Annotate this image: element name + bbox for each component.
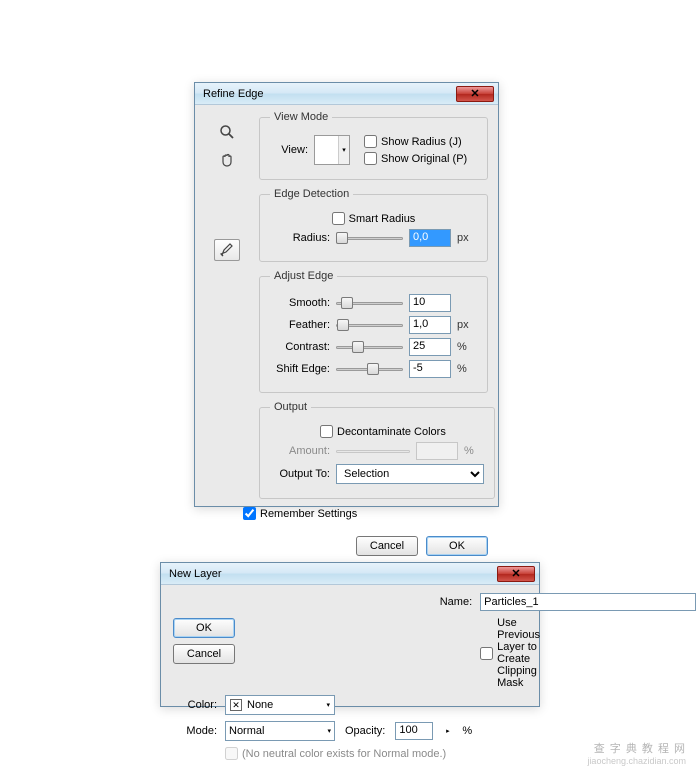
- hand-tool-button[interactable]: [214, 149, 240, 171]
- opacity-flyout-icon[interactable]: ▸: [443, 722, 452, 740]
- dialog-title: Refine Edge: [203, 88, 264, 100]
- color-select[interactable]: ✕ None ▾: [225, 695, 335, 715]
- brush-icon: [219, 242, 235, 258]
- tool-column: [205, 115, 249, 267]
- neutral-color-label: (No neutral color exists for Normal mode…: [242, 748, 446, 760]
- ok-button[interactable]: OK: [426, 536, 488, 556]
- edge-detection-group: Edge Detection Smart Radius Radius: 0,0 …: [259, 188, 488, 262]
- dialog-footer: Cancel OK: [195, 530, 498, 564]
- titlebar[interactable]: Refine Edge ✕: [195, 83, 498, 105]
- name-label: Name:: [225, 596, 472, 608]
- amount-unit: %: [464, 445, 484, 457]
- radius-unit: px: [457, 232, 477, 244]
- close-icon: ✕: [470, 87, 479, 100]
- radius-slider[interactable]: [336, 231, 403, 245]
- adjust-edge-group: Adjust Edge Smooth: 10 Feather: 1,0 px C…: [259, 270, 488, 393]
- decontaminate-checkbox[interactable]: Decontaminate Colors: [320, 425, 446, 438]
- smooth-label: Smooth:: [270, 297, 330, 309]
- output-to-select[interactable]: Selection: [336, 464, 484, 484]
- cancel-button[interactable]: Cancel: [173, 644, 235, 664]
- amount-slider: [336, 444, 410, 458]
- output-group: Output Decontaminate Colors Amount: % Ou…: [259, 401, 495, 499]
- smooth-value[interactable]: 10: [409, 294, 451, 312]
- refine-brush-tool-button[interactable]: [214, 239, 240, 261]
- shift-edge-unit: %: [457, 363, 477, 375]
- chevron-down-icon: ▾: [327, 727, 331, 735]
- neutral-color-checkbox: [225, 747, 238, 760]
- titlebar[interactable]: New Layer ✕: [161, 563, 539, 585]
- close-button[interactable]: ✕: [456, 86, 494, 102]
- amount-value: [416, 442, 458, 460]
- shift-edge-label: Shift Edge:: [270, 363, 330, 375]
- output-legend: Output: [270, 401, 311, 413]
- edge-detection-legend: Edge Detection: [270, 188, 353, 200]
- amount-label: Amount:: [270, 445, 330, 457]
- show-original-checkbox[interactable]: Show Original (P): [364, 152, 467, 165]
- chevron-down-icon: ▾: [339, 136, 349, 164]
- contrast-slider[interactable]: [336, 340, 403, 354]
- output-to-label: Output To:: [270, 468, 330, 480]
- opacity-unit: %: [462, 725, 472, 737]
- new-layer-dialog: New Layer ✕ Name: OK Cancel Use Previous…: [160, 562, 540, 707]
- dialog-body: Name: OK Cancel Use Previous Layer to Cr…: [161, 585, 539, 770]
- cancel-button[interactable]: Cancel: [356, 536, 418, 556]
- name-input[interactable]: [480, 593, 696, 611]
- clipping-mask-checkbox[interactable]: Use Previous Layer to Create Clipping Ma…: [480, 617, 550, 689]
- mode-label: Mode:: [173, 725, 217, 737]
- ok-button[interactable]: OK: [173, 618, 235, 638]
- adjust-edge-legend: Adjust Edge: [270, 270, 337, 282]
- shift-edge-slider[interactable]: [336, 362, 403, 376]
- opacity-label: Opacity:: [345, 725, 385, 737]
- shift-edge-value[interactable]: -5: [409, 360, 451, 378]
- refine-edge-dialog: Refine Edge ✕ View Mode View: ▾: [194, 82, 499, 507]
- remember-settings-checkbox[interactable]: Remember Settings: [243, 507, 488, 520]
- mode-select[interactable]: Normal ▾: [225, 721, 335, 741]
- view-preview-swatch: [315, 136, 339, 164]
- contrast-label: Contrast:: [270, 341, 330, 353]
- radius-label: Radius:: [270, 232, 330, 244]
- view-mode-selector[interactable]: ▾: [314, 135, 350, 165]
- smart-radius-checkbox[interactable]: Smart Radius: [332, 212, 416, 225]
- view-mode-legend: View Mode: [270, 111, 332, 123]
- radius-value[interactable]: 0,0: [409, 229, 451, 247]
- opacity-input[interactable]: 100: [395, 722, 433, 740]
- watermark: 查 字 典 教 程 网 jiaocheng.chazidian.com: [587, 740, 686, 766]
- show-radius-checkbox[interactable]: Show Radius (J): [364, 135, 467, 148]
- chevron-down-icon: ▾: [326, 701, 330, 709]
- none-color-icon: ✕: [230, 699, 242, 711]
- magnifier-icon: [219, 124, 235, 140]
- hand-icon: [219, 152, 235, 168]
- feather-value[interactable]: 1,0: [409, 316, 451, 334]
- view-mode-group: View Mode View: ▾ Show Radius (J) Show O…: [259, 111, 488, 180]
- feather-slider[interactable]: [336, 318, 403, 332]
- dialog-title: New Layer: [169, 568, 222, 580]
- feather-unit: px: [457, 319, 477, 331]
- feather-label: Feather:: [270, 319, 330, 331]
- contrast-unit: %: [457, 341, 477, 353]
- smooth-slider[interactable]: [336, 296, 403, 310]
- color-label: Color:: [173, 699, 217, 711]
- close-button[interactable]: ✕: [497, 566, 535, 582]
- close-icon: ✕: [511, 567, 520, 580]
- zoom-tool-button[interactable]: [214, 121, 240, 143]
- view-label: View:: [270, 144, 308, 156]
- contrast-value[interactable]: 25: [409, 338, 451, 356]
